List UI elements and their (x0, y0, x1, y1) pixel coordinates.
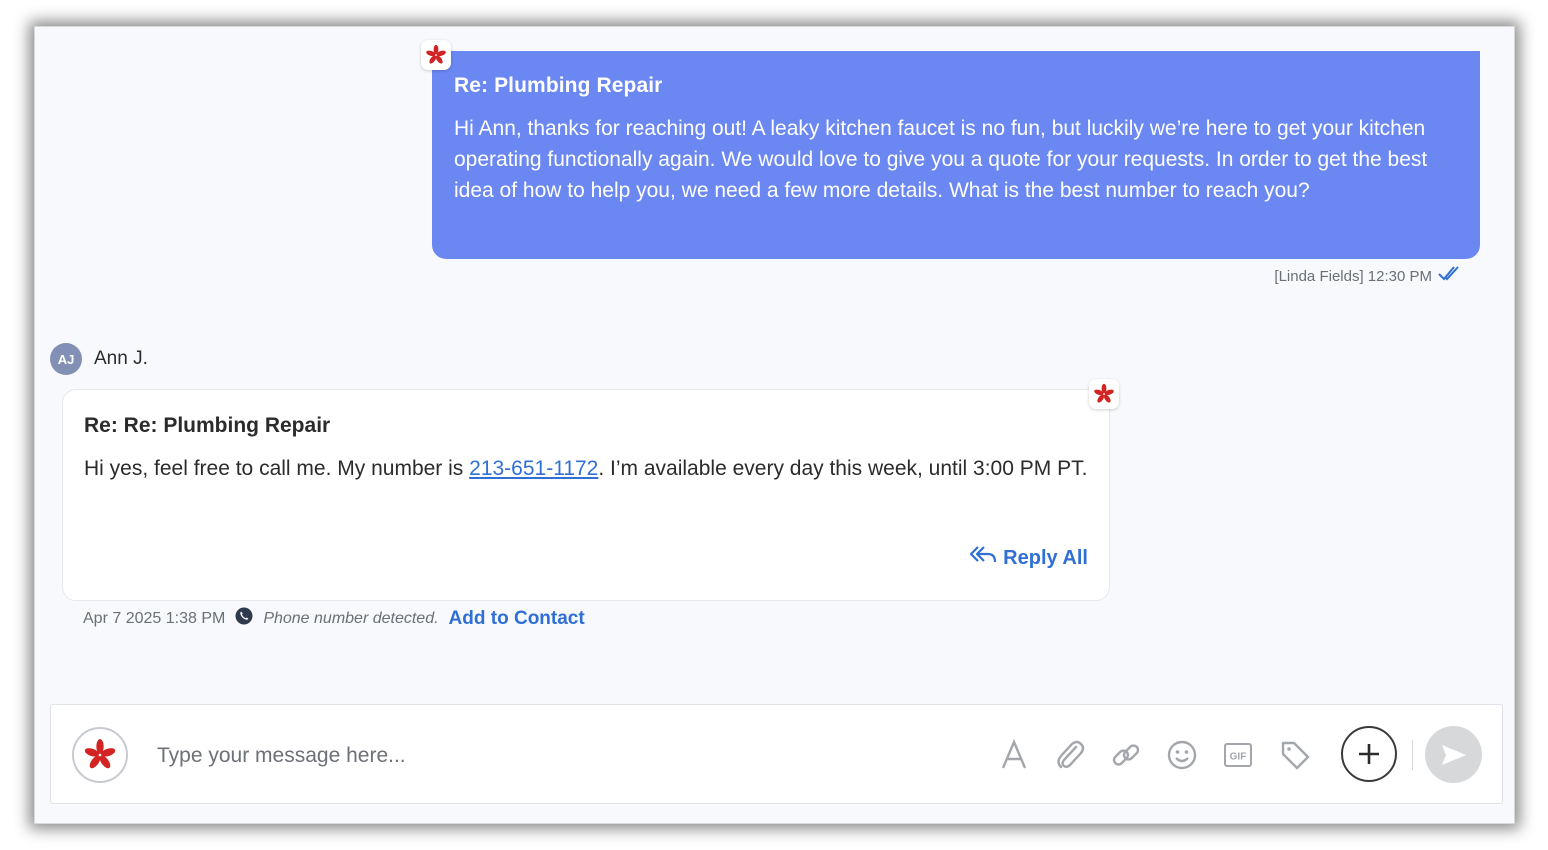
incoming-body-text-after: . I’m available every day this week, unt… (598, 457, 1088, 480)
reply-all-icon (969, 544, 997, 572)
phone-number-link[interactable]: 213-651-1172 (469, 457, 598, 480)
outgoing-message-meta: [Linda Fields] 12:30 PM (1274, 265, 1460, 287)
add-to-contact-link[interactable]: Add to Contact (449, 608, 585, 630)
gif-label: GIF (1230, 752, 1247, 763)
reply-all-label: Reply All (1003, 546, 1088, 569)
yelp-logo-icon (1089, 379, 1119, 409)
text-format-icon[interactable] (996, 737, 1032, 773)
link-icon[interactable] (1108, 737, 1144, 773)
attachment-icon[interactable] (1052, 737, 1088, 773)
add-button[interactable] (1341, 726, 1397, 782)
message-input[interactable] (155, 735, 779, 777)
outgoing-message-subject: Re: Plumbing Repair (454, 74, 663, 97)
plus-icon (1359, 744, 1379, 764)
incoming-sender: AJ Ann J. (50, 343, 148, 375)
composer-divider (1412, 740, 1413, 770)
gif-icon[interactable]: GIF (1220, 737, 1256, 773)
incoming-body-text-before: Hi yes, feel free to call me. My number … (84, 457, 470, 480)
outgoing-message-body: Hi Ann, thanks for reaching out! A leaky… (454, 117, 1428, 202)
incoming-message-timestamp: Apr 7 2025 1:38 PM (83, 609, 226, 627)
send-button[interactable] (1425, 726, 1482, 783)
emoji-icon[interactable] (1164, 737, 1200, 773)
incoming-message-body: Hi yes, feel free to call me. My number … (84, 453, 1088, 484)
message-composer: GIF (50, 704, 1503, 804)
sender-name: Ann J. (94, 348, 148, 369)
incoming-message-meta: Apr 7 2025 1:38 PM Phone number detected… (83, 607, 585, 630)
incoming-message-card: Re: Re: Plumbing Repair Hi yes, feel fre… (62, 389, 1110, 601)
phone-icon (235, 607, 253, 630)
conversation-window: Re: Plumbing Repair Hi Ann, thanks for r… (35, 27, 1514, 823)
send-icon (1441, 744, 1466, 765)
phone-detected-text: Phone number detected. (263, 609, 439, 627)
tag-icon[interactable] (1277, 737, 1313, 773)
double-check-icon (1438, 265, 1460, 287)
incoming-message-subject: Re: Re: Plumbing Repair (84, 414, 331, 437)
outgoing-message-bubble: Re: Plumbing Repair Hi Ann, thanks for r… (432, 51, 1480, 259)
outgoing-message-sender-time: [Linda Fields] 12:30 PM (1274, 267, 1432, 285)
yelp-logo-icon (72, 727, 128, 783)
reply-all-button[interactable]: Reply All (969, 544, 1088, 572)
avatar: AJ (50, 343, 82, 375)
yelp-logo-icon (421, 40, 451, 70)
